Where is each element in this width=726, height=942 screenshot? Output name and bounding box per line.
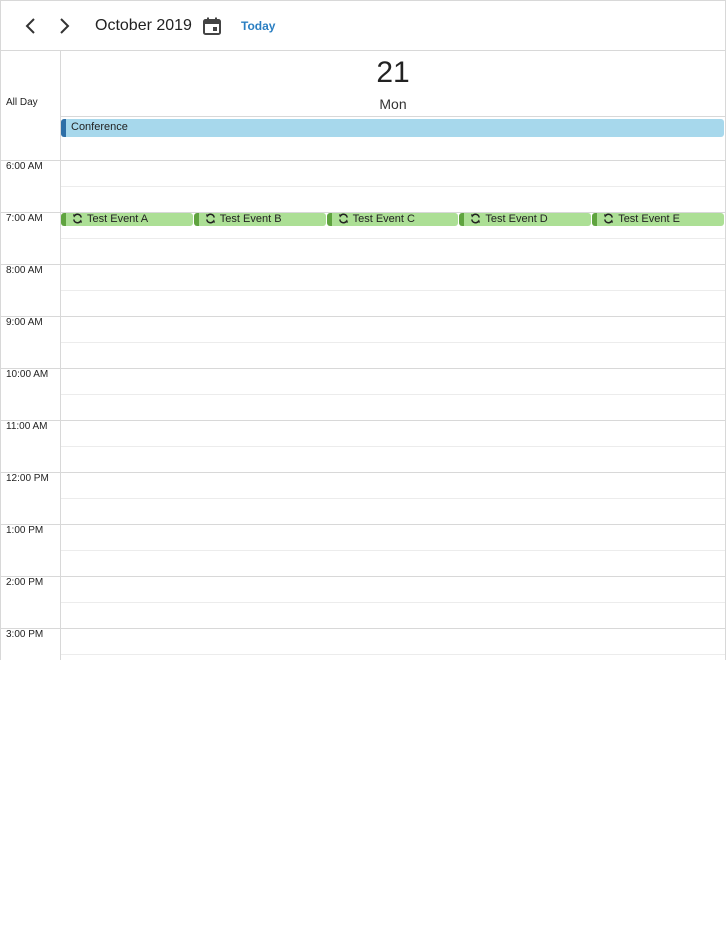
hour-label: 8:00 AM [6,265,43,276]
half-hour-line [61,394,725,395]
hour-label: 1:00 PM [6,525,44,536]
time-gutter [0,51,61,660]
hour-label: 2:00 PM [6,577,44,588]
all-day-row[interactable]: Conference [61,117,725,161]
timed-event[interactable]: Test Event E [592,213,724,226]
hour-line [0,316,725,317]
timed-event[interactable]: Test Event B [193,213,326,226]
hour-line [0,576,725,577]
half-hour-line [61,342,725,343]
half-hour-line [61,498,725,499]
recurring-icon [604,213,614,224]
recurring-icon [471,213,481,224]
hour-line [0,368,725,369]
hour-label: 9:00 AM [6,317,43,328]
timed-event[interactable]: Test Event A [61,213,193,226]
event-title: Test Event E [618,213,680,225]
month-title: October 2019 [95,17,192,34]
hour-label: 10:00 AM [6,369,49,380]
event-title: Test Event A [87,213,149,225]
half-hour-line [61,550,725,551]
calendar-icon [203,17,221,35]
half-hour-line [61,238,725,239]
hour-line [0,420,725,421]
hour-line [0,160,725,161]
half-hour-line [61,654,725,655]
today-button[interactable]: Today [241,19,275,33]
recurring-icon [205,213,215,224]
half-hour-line [61,186,725,187]
event-title: Test Event D [485,213,548,225]
day-header[interactable]: 21 Mon [61,51,725,117]
event-title: Test Event B [219,213,282,225]
chevron-right-icon [60,18,70,34]
event-title: Test Event C [352,213,415,225]
timed-event[interactable]: Test Event C [326,213,459,226]
all-day-label: All Day [6,97,38,108]
hour-label: 7:00 AM [6,213,43,224]
half-hour-line [61,290,725,291]
half-hour-line [61,602,725,603]
hour-line [0,628,725,629]
day-name: Mon [379,96,407,112]
day-number: 21 [376,56,410,89]
hour-line [0,264,725,265]
chevron-left-icon [25,18,35,34]
recurring-icon [72,213,83,224]
calendar-picker-button[interactable] [202,16,222,36]
previous-day-button[interactable] [20,15,42,37]
next-day-button[interactable] [53,15,75,37]
calendar-toolbar: October 2019 Today [0,0,726,51]
hour-line [0,472,725,473]
timed-event[interactable]: Test Event D [459,213,592,226]
hour-label: 6:00 AM [6,161,43,172]
hour-line [0,524,725,525]
all-day-event[interactable]: Conference [61,119,724,137]
hour-label: 12:00 PM [6,473,49,484]
hour-label: 11:00 AM [6,421,48,432]
recurring-icon [338,213,348,224]
calendar-app: October 2019 Today All Day 21 Mon Confer… [0,0,726,660]
hour-label: 3:00 PM [6,629,44,640]
half-hour-line [61,446,725,447]
